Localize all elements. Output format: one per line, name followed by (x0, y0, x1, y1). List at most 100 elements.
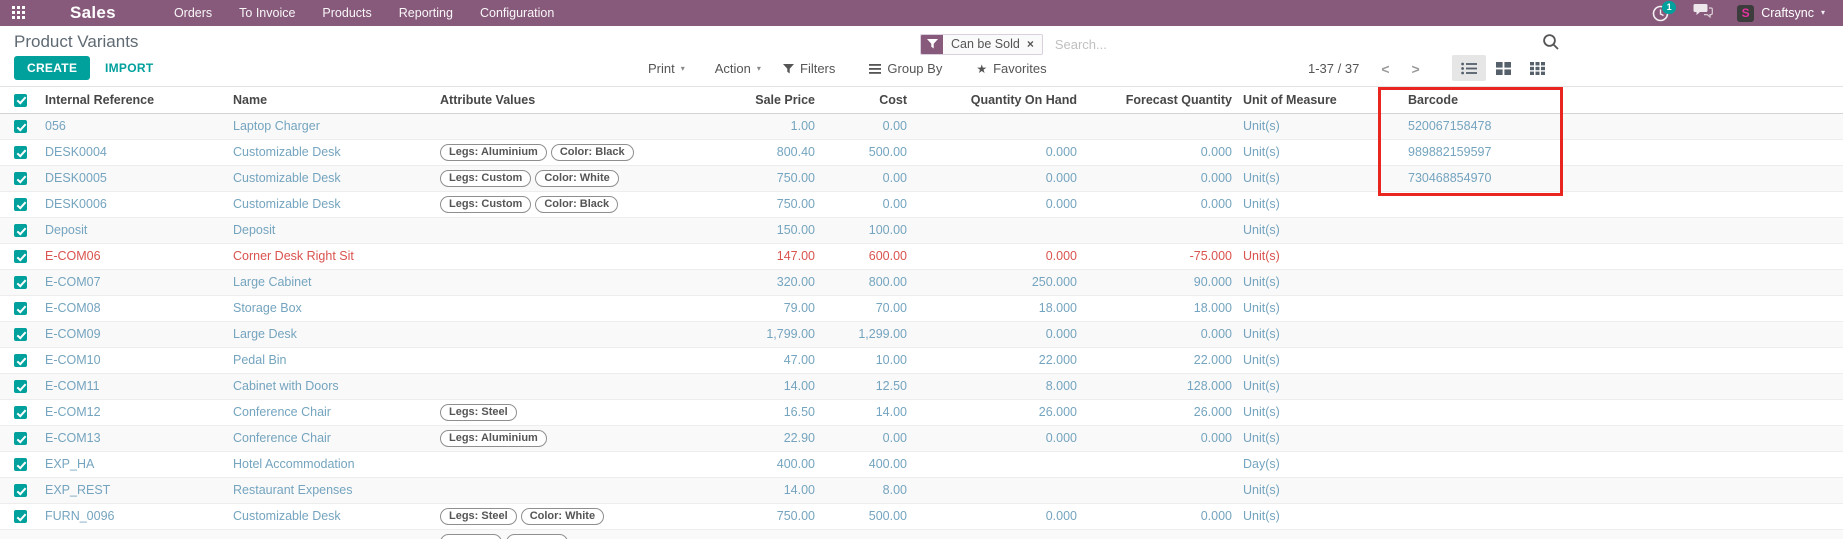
sale-price-cell: 147.00 (736, 243, 821, 269)
facet-close-icon[interactable]: × (1027, 37, 1034, 51)
cost-cell (821, 529, 913, 539)
search-icon[interactable] (1542, 33, 1560, 56)
table-row[interactable]: 056Laptop Charger1.000.00Unit(s)52006715… (0, 113, 1843, 139)
table-row[interactable]: E-COM07Large Cabinet320.00800.00250.0009… (0, 269, 1843, 295)
ref-cell: EXP_HA (38, 451, 228, 477)
group-by-dropdown[interactable]: Group By ▾ (869, 61, 952, 76)
action-dropdown[interactable]: Action ▾ (715, 61, 761, 76)
row-checkbox[interactable] (14, 120, 27, 133)
filler-cell (1570, 477, 1843, 503)
name-cell (228, 529, 438, 539)
forecast-qty-cell (1083, 113, 1238, 139)
row-checkbox[interactable] (14, 172, 27, 185)
table-row[interactable]: EXP_RESTRestaurant Expenses14.008.00Unit… (0, 477, 1843, 503)
pager-prev-button[interactable]: < (1381, 62, 1389, 76)
row-checkbox[interactable] (14, 276, 27, 289)
table-row[interactable]: DESK0006Customizable DeskLegs: CustomCol… (0, 191, 1843, 217)
col-unit-of-measure[interactable]: Unit of Measure (1238, 87, 1400, 113)
table-row[interactable]: FURN_0096Customizable DeskLegs: SteelCol… (0, 503, 1843, 529)
table-row[interactable]: E-COM11Cabinet with Doors14.0012.508.000… (0, 373, 1843, 399)
row-checkbox[interactable] (14, 380, 27, 393)
name-cell: Customizable Desk (228, 165, 438, 191)
qty-on-hand-cell: 0.000 (913, 191, 1083, 217)
row-checkbox[interactable] (14, 224, 27, 237)
table-row[interactable]: DESK0004Customizable DeskLegs: Aluminium… (0, 139, 1843, 165)
filler-cell (1570, 451, 1843, 477)
create-button[interactable]: CREATE (14, 56, 90, 80)
col-barcode[interactable]: Barcode (1400, 87, 1570, 113)
menu-configuration[interactable]: Configuration (480, 6, 554, 20)
user-menu[interactable]: S Craftsync ▾ (1737, 5, 1825, 22)
row-checkbox[interactable] (14, 146, 27, 159)
pager-range: 1-37 / 37 (1308, 61, 1359, 76)
activity-clock-icon[interactable]: 1 (1652, 5, 1669, 22)
ref-cell: 056 (38, 113, 228, 139)
row-checkbox[interactable] (14, 302, 27, 315)
table-row[interactable]: EXP_HAHotel Accommodation400.00400.00Day… (0, 451, 1843, 477)
menu-products[interactable]: Products (322, 6, 371, 20)
col-quantity-on-hand[interactable]: Quantity On Hand (913, 87, 1083, 113)
row-checkbox[interactable] (14, 484, 27, 497)
col-attribute-values[interactable]: Attribute Values (438, 87, 736, 113)
row-checkbox[interactable] (14, 198, 27, 211)
uom-cell: Unit(s) (1238, 165, 1400, 191)
search-facet-label: Can be Sold (951, 37, 1020, 51)
attribute-pill (440, 534, 502, 539)
row-checkbox[interactable] (14, 328, 27, 341)
action-label: Action (715, 61, 751, 76)
table-row[interactable]: E-COM08Storage Box79.0070.0018.00018.000… (0, 295, 1843, 321)
name-cell: Pedal Bin (228, 347, 438, 373)
table-row[interactable]: DESK0005Customizable DeskLegs: CustomCol… (0, 165, 1843, 191)
col-name[interactable]: Name (228, 87, 438, 113)
filters-label: Filters (800, 61, 835, 76)
favorites-dropdown[interactable]: ★ Favorites ▾ (976, 61, 1056, 76)
search-input[interactable]: Search... (1055, 37, 1542, 52)
pager-next-button[interactable]: > (1412, 62, 1420, 76)
menu-orders[interactable]: Orders (174, 6, 212, 20)
cost-cell: 14.00 (821, 399, 913, 425)
col-cost[interactable]: Cost (821, 87, 913, 113)
col-internal-reference[interactable]: Internal Reference (38, 87, 228, 113)
row-checkbox[interactable] (14, 354, 27, 367)
table-row[interactable]: E-COM13Conference ChairLegs: Aluminium22… (0, 425, 1843, 451)
name-cell: Conference Chair (228, 425, 438, 451)
search-bar[interactable]: Can be Sold × Search... (920, 31, 1560, 57)
uom-cell: Unit(s) (1238, 503, 1400, 529)
chat-bubbles-icon[interactable] (1693, 3, 1713, 24)
print-dropdown[interactable]: Print ▾ (648, 61, 685, 76)
row-checkbox[interactable] (14, 432, 27, 445)
col-forecast-quantity[interactable]: Forecast Quantity (1083, 87, 1238, 113)
table-row[interactable]: E-COM06Corner Desk Right Sit147.00600.00… (0, 243, 1843, 269)
filler-cell (1570, 217, 1843, 243)
filler-cell (1570, 243, 1843, 269)
attribute-pill: Legs: Aluminium (440, 144, 547, 161)
row-checkbox[interactable] (14, 250, 27, 263)
table-row[interactable] (0, 529, 1843, 539)
col-sale-price[interactable]: Sale Price (736, 87, 821, 113)
row-checkbox[interactable] (14, 406, 27, 419)
apps-grid-icon[interactable] (12, 6, 27, 21)
menu-to-invoice[interactable]: To Invoice (239, 6, 295, 20)
table-row[interactable]: E-COM10Pedal Bin47.0010.0022.00022.000Un… (0, 347, 1843, 373)
table-row[interactable]: E-COM12Conference ChairLegs: Steel16.501… (0, 399, 1843, 425)
cost-cell: 10.00 (821, 347, 913, 373)
qty-on-hand-cell: 0.000 (913, 139, 1083, 165)
row-checkbox[interactable] (14, 510, 27, 523)
filters-dropdown[interactable]: Filters ▾ (783, 61, 845, 76)
kanban-view-button[interactable] (1486, 55, 1520, 81)
filler-cell (1570, 269, 1843, 295)
attribute-values-cell (438, 243, 736, 269)
grid-view-button[interactable] (1520, 55, 1554, 81)
col-filler (1570, 87, 1843, 113)
cost-cell: 400.00 (821, 451, 913, 477)
table-row[interactable]: E-COM09Large Desk1,799.001,299.000.0000.… (0, 321, 1843, 347)
attribute-values-cell (438, 113, 736, 139)
table-row[interactable]: DepositDeposit150.00100.00Unit(s) (0, 217, 1843, 243)
list-view-button[interactable] (1452, 55, 1486, 81)
select-all-checkbox[interactable] (14, 94, 27, 107)
qty-on-hand-cell: 22.000 (913, 347, 1083, 373)
menu-reporting[interactable]: Reporting (399, 6, 453, 20)
import-button[interactable]: IMPORT (105, 61, 153, 75)
row-checkbox[interactable] (14, 458, 27, 471)
ref-cell: FURN_0096 (38, 503, 228, 529)
